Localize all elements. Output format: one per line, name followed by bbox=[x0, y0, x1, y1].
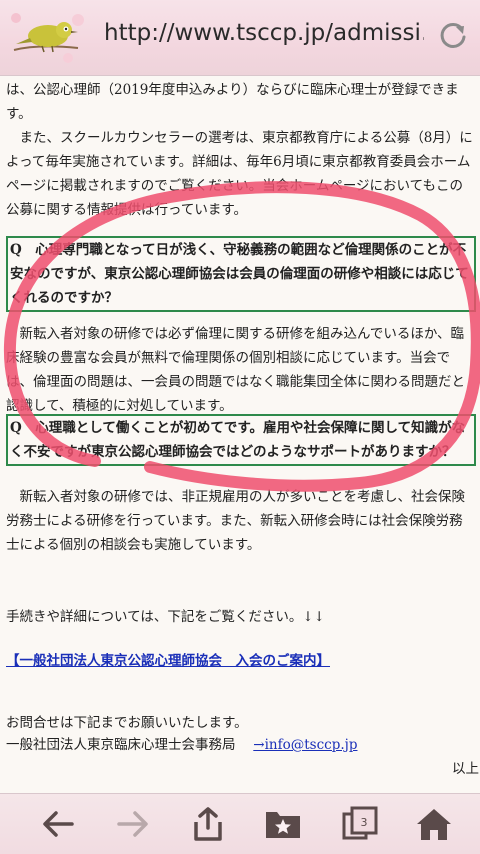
tab-count: 3 bbox=[361, 816, 368, 829]
page-content: は、公認心理師（2019年度申込みより）ならびに臨床心理士が登録できます。 また… bbox=[0, 75, 480, 793]
bird-logo-icon bbox=[11, 13, 84, 63]
question-ethics: Q 心理専門職となって日が浅く、守秘義務の範囲など倫理関係のことが不安なのですが… bbox=[10, 242, 469, 306]
reload-icon[interactable] bbox=[438, 20, 468, 50]
url-text[interactable]: http://www.tsccp.jp/admissi… bbox=[104, 20, 424, 46]
contact-intro: お問合せは下記までお願いいたします。 bbox=[6, 715, 248, 731]
question-employment-box: Q 心理職として働くことが初めてです。雇用や社会保障に関して知識がなく不安ですが… bbox=[6, 414, 476, 466]
procedure-text: 手続きや詳細については、下記をご覧ください。↓↓ bbox=[6, 609, 325, 625]
tabs-icon[interactable]: 3 bbox=[340, 806, 380, 842]
browser-toolbar: 3 bbox=[0, 793, 480, 854]
contact-email-link[interactable]: →info@tsccp.jp bbox=[253, 737, 357, 753]
contact-line: 一般社団法人東京臨床心理士会事務局 →info@tsccp.jp bbox=[6, 733, 474, 757]
bookmark-folder-icon[interactable] bbox=[263, 806, 303, 842]
answer-ethics: 新転入者対象の研修では必ず倫理に関する研修を組み込んでいるほか、臨床経験の豊富な… bbox=[6, 326, 465, 414]
answer-employment: 新転入者対象の研修では、非正規雇用の人が多いことを考慮し、社会保険労務士による研… bbox=[6, 489, 465, 553]
paragraph-registration: は、公認心理師（2019年度申込みより）ならびに臨床心理士が登録できます。 bbox=[6, 82, 459, 122]
end-text: 以上 bbox=[452, 761, 479, 777]
question-employment: Q 心理職として働くことが初めてです。雇用や社会保障に関して知識がなく不安ですが… bbox=[10, 420, 466, 460]
contact-org: 一般社団法人東京臨床心理士会事務局 bbox=[6, 737, 236, 753]
forward-arrow-icon[interactable] bbox=[113, 806, 153, 842]
paragraph-school-counselor: また、スクールカウンセラーの選考は、東京都教育庁による公募（8月）によって毎年実… bbox=[6, 130, 473, 218]
question-ethics-box: Q 心理専門職となって日が浅く、守秘義務の範囲など倫理関係のことが不安なのですが… bbox=[6, 236, 476, 312]
membership-info-link[interactable]: 【一般社団法人東京公認心理師協会 入会のご案内】 bbox=[6, 653, 330, 669]
share-icon[interactable] bbox=[188, 806, 228, 842]
back-arrow-icon[interactable] bbox=[38, 806, 78, 842]
url-bar: http://www.tsccp.jp/admissi… bbox=[0, 0, 480, 76]
membership-link-row: 【一般社団法人東京公認心理師協会 入会のご案内】 bbox=[6, 649, 474, 673]
home-icon[interactable] bbox=[414, 806, 454, 842]
